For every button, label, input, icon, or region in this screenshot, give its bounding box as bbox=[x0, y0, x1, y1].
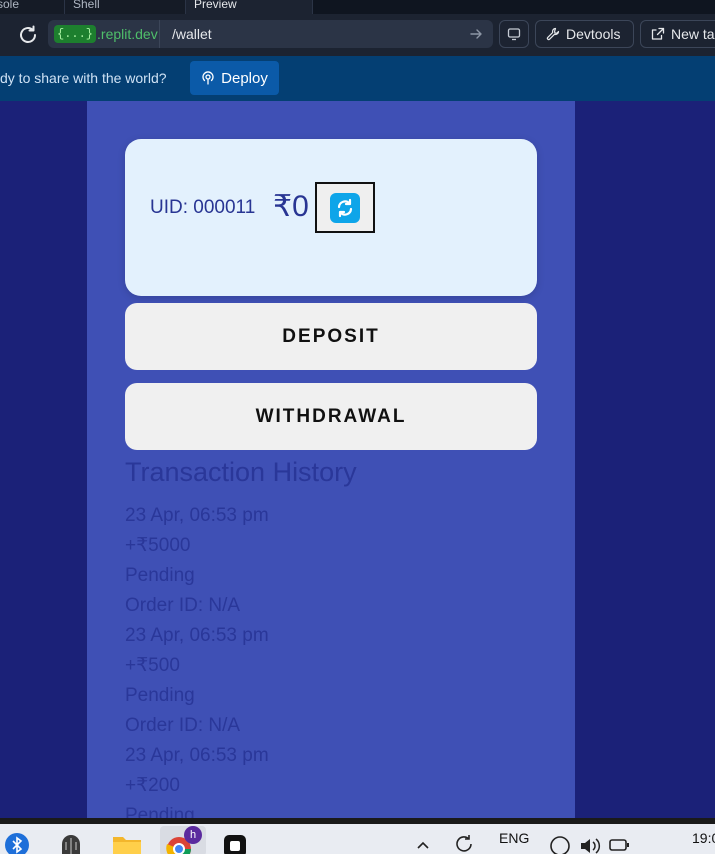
devtools-button[interactable]: Devtools bbox=[535, 20, 634, 48]
url-domain: {...} .replit.dev bbox=[48, 20, 160, 48]
url-host: .replit.dev bbox=[97, 26, 158, 42]
folder-icon[interactable] bbox=[112, 832, 141, 854]
refresh-icon bbox=[330, 192, 360, 223]
external-link-icon bbox=[651, 27, 665, 40]
wifi-icon[interactable] bbox=[548, 834, 574, 854]
deposit-button[interactable]: DEPOSIT bbox=[125, 303, 537, 370]
balance-card: UID: 000011 ₹0 bbox=[125, 139, 537, 296]
transaction-order-id: Order ID: N/A bbox=[125, 595, 241, 616]
deploy-label: Deploy bbox=[221, 69, 268, 87]
tab-label: Shell bbox=[73, 0, 100, 11]
address-bar: {...} .replit.dev /wallet Devtools New t… bbox=[0, 14, 715, 56]
open-new-tab-button[interactable]: New ta bbox=[640, 20, 715, 48]
sync-icon[interactable] bbox=[452, 832, 478, 854]
transaction-order-id: Order ID: N/A bbox=[125, 715, 241, 736]
transaction-history-title: Transaction History bbox=[125, 457, 357, 487]
url-field[interactable]: {...} .replit.dev /wallet bbox=[48, 20, 493, 48]
chrome-taskbar-button[interactable]: h bbox=[160, 826, 206, 854]
transaction-list: 23 Apr, 06:53 pm +₹5000 Pending Order ID… bbox=[125, 501, 269, 818]
url-badge: {...} bbox=[54, 25, 97, 43]
battery-icon[interactable] bbox=[608, 836, 634, 854]
transaction-amount: +₹200 bbox=[125, 775, 180, 796]
wrench-icon bbox=[546, 27, 560, 41]
withdrawal-button[interactable]: WITHDRAWAL bbox=[125, 383, 537, 450]
helmet-app-icon[interactable] bbox=[58, 832, 84, 854]
system-clock[interactable]: 19:0 bbox=[692, 830, 715, 846]
transaction-amount: +₹500 bbox=[125, 655, 180, 676]
user-id: UID: 000011 bbox=[150, 197, 256, 218]
deploy-icon bbox=[202, 71, 214, 85]
tab-shell[interactable]: Shell bbox=[64, 0, 192, 14]
refresh-balance-button[interactable] bbox=[315, 182, 375, 233]
banner-text: dy to share with the world? bbox=[0, 70, 167, 86]
app-icon[interactable] bbox=[222, 832, 248, 854]
transaction-amount: +₹5000 bbox=[125, 535, 191, 556]
transaction-status: Pending bbox=[125, 805, 195, 818]
wallet-panel: UID: 000011 ₹0 DEPOSIT WITHDRAWAL Transa… bbox=[87, 101, 575, 818]
bluetooth-icon[interactable] bbox=[4, 832, 30, 854]
transaction-date: 23 Apr, 06:53 pm bbox=[125, 745, 269, 766]
reload-icon[interactable] bbox=[16, 23, 40, 47]
device-preview-button[interactable] bbox=[499, 20, 529, 48]
notification-badge: h bbox=[184, 826, 202, 844]
tab-preview[interactable]: Preview bbox=[185, 0, 313, 14]
deploy-button[interactable]: Deploy bbox=[190, 61, 279, 95]
new-tab-label: New ta bbox=[671, 26, 715, 42]
chevron-up-icon[interactable] bbox=[414, 838, 440, 854]
browser-tab-strip: sole Shell Preview bbox=[0, 0, 715, 14]
devtools-label: Devtools bbox=[566, 26, 621, 42]
transaction-status: Pending bbox=[125, 565, 195, 586]
url-path[interactable]: /wallet bbox=[172, 20, 212, 48]
os-taskbar: h ENG 19:0 bbox=[0, 818, 715, 854]
transaction-status: Pending bbox=[125, 685, 195, 706]
preview-viewport: UID: 000011 ₹0 DEPOSIT WITHDRAWAL Transa… bbox=[0, 101, 715, 818]
volume-icon[interactable] bbox=[578, 834, 604, 854]
transaction-date: 23 Apr, 06:53 pm bbox=[125, 505, 269, 526]
deploy-banner: dy to share with the world? Deploy bbox=[0, 56, 715, 101]
language-indicator[interactable]: ENG bbox=[499, 830, 529, 846]
balance-amount: ₹0 bbox=[273, 190, 309, 223]
tab-label: Preview bbox=[194, 0, 237, 11]
monitor-icon bbox=[507, 28, 521, 41]
tab-label: sole bbox=[0, 0, 20, 11]
arrow-right-icon[interactable] bbox=[469, 27, 483, 41]
transaction-date: 23 Apr, 06:53 pm bbox=[125, 625, 269, 646]
